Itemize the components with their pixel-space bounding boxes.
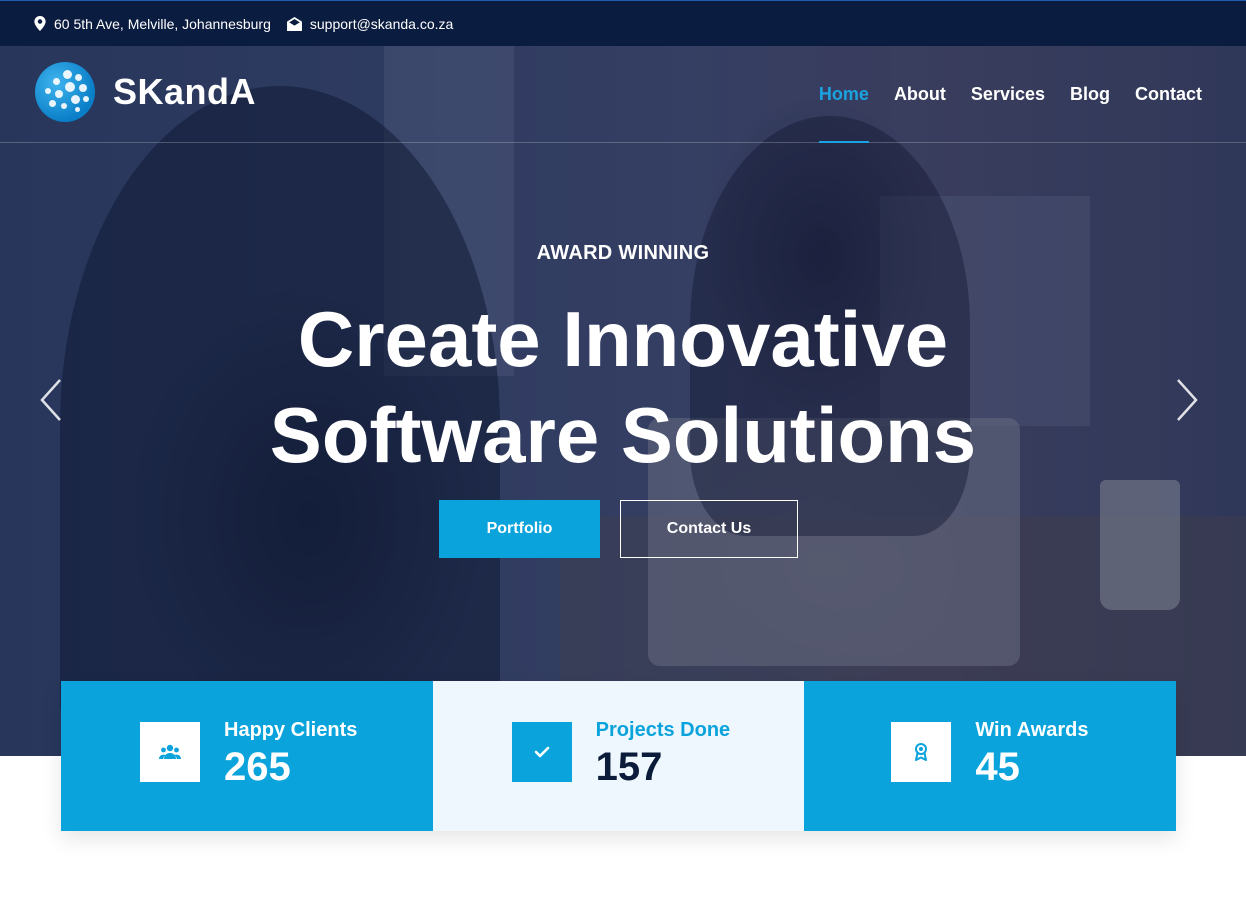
nav-item-home[interactable]: Home <box>818 46 869 143</box>
nav-item-blog[interactable]: Blog <box>1070 46 1110 143</box>
stat-label: Win Awards <box>975 719 1089 741</box>
map-pin-icon <box>34 16 46 31</box>
stat-icon-box <box>511 722 572 782</box>
hero-headline-line: Create Innovative <box>297 295 949 383</box>
stat-card-clients: Happy Clients 265 <box>61 681 433 831</box>
top-info-bar: 60 5th Ave, Melville, Johannesburg suppo… <box>0 0 1246 46</box>
hero-headline: Create Innovative Software Solutions <box>0 291 1246 483</box>
logo[interactable]: SKandA <box>35 62 256 122</box>
stat-card-awards: Win Awards 45 <box>804 681 1177 831</box>
check-icon <box>534 746 549 758</box>
portfolio-button[interactable]: Portfolio <box>439 500 600 558</box>
stat-icon-box <box>140 722 200 782</box>
stat-label: Happy Clients <box>224 719 358 741</box>
award-icon <box>915 743 928 761</box>
email-text[interactable]: support@skanda.co.za <box>310 16 453 32</box>
hero-section: SKandA Home About Services Blog Contact … <box>0 46 1246 756</box>
stats-bar: Happy Clients 265 Projects Done 157 Win … <box>61 681 1177 831</box>
page: 60 5th Ave, Melville, Johannesburg suppo… <box>0 0 1246 898</box>
hero-headline-line: Software Solutions <box>269 391 977 479</box>
nav-item-services[interactable]: Services <box>971 46 1045 143</box>
stat-icon-box <box>891 722 952 782</box>
email-info[interactable]: support@skanda.co.za <box>286 16 453 32</box>
address-info: 60 5th Ave, Melville, Johannesburg <box>34 16 271 32</box>
main-nav: Home About Services Blog Contact <box>794 46 1202 143</box>
address-text: 60 5th Ave, Melville, Johannesburg <box>54 15 271 32</box>
stat-value: 265 <box>224 745 291 789</box>
logo-globe-icon <box>35 62 95 122</box>
nav-item-contact[interactable]: Contact <box>1135 46 1202 143</box>
envelope-icon <box>286 16 302 31</box>
logo-text: SKandA <box>113 71 257 112</box>
nav-item-about[interactable]: About <box>894 46 946 143</box>
stat-value: 157 <box>595 745 663 789</box>
stat-card-projects: Projects Done 157 <box>432 681 805 831</box>
stat-label: Projects Done <box>595 719 731 741</box>
stat-value: 45 <box>975 745 1020 789</box>
contact-us-button[interactable]: Contact Us <box>620 500 798 558</box>
users-icon <box>159 744 181 759</box>
hero-subtitle: AWARD WINNING <box>536 242 710 264</box>
